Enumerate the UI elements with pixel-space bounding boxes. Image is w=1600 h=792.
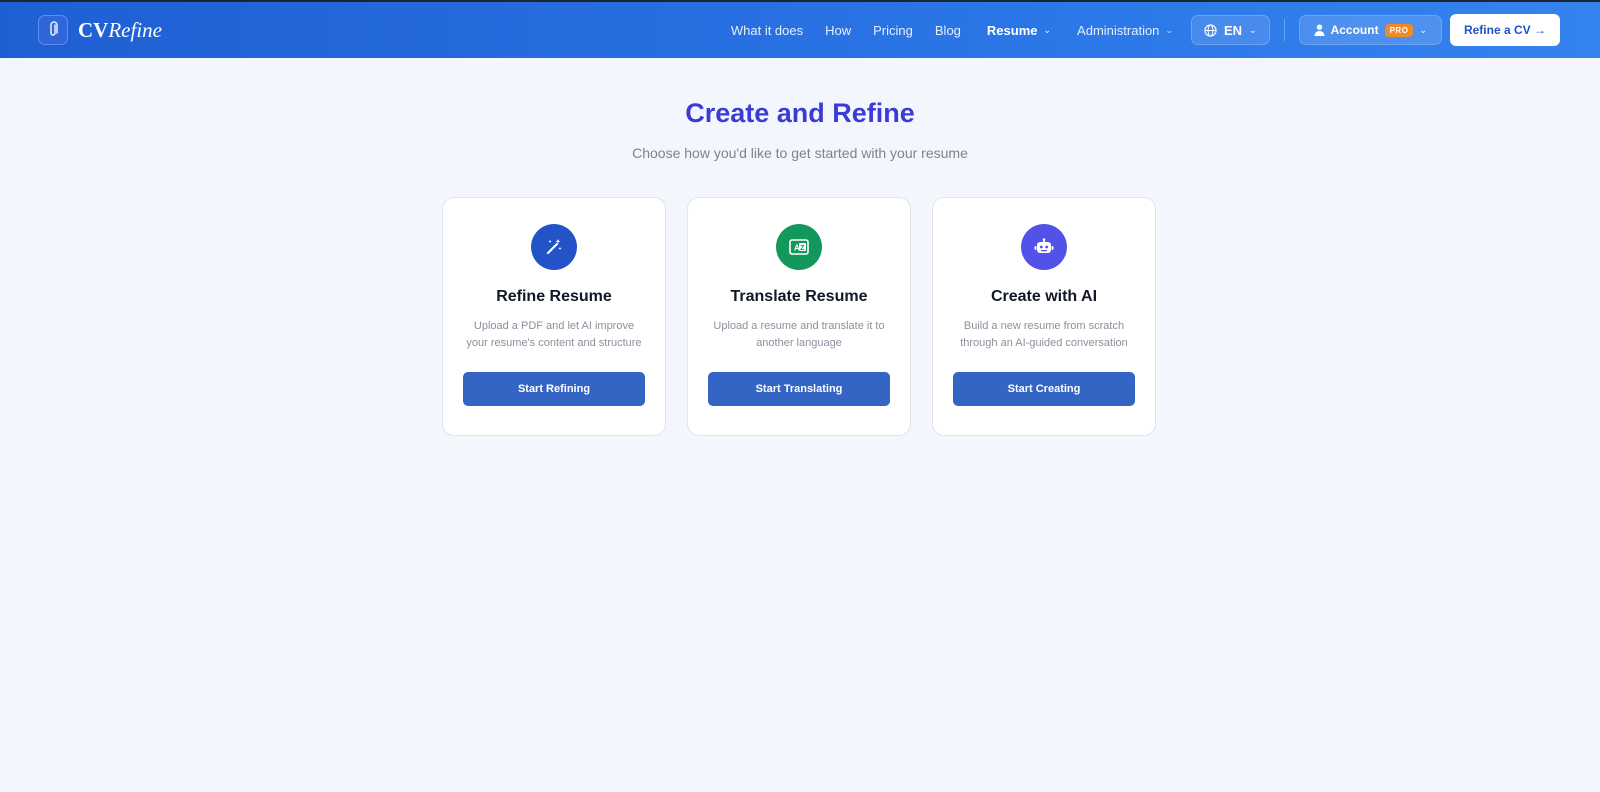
nav-administration-label: Administration [1077, 22, 1160, 38]
brand-name-cv: CV [78, 17, 109, 42]
card-description: Upload a PDF and let AI improve your res… [466, 320, 642, 349]
chevron-down-icon: ⌄ [1043, 24, 1052, 35]
translate-icon: AZ [776, 224, 822, 270]
option-cards: Refine Resume Upload a PDF and let AI im… [0, 197, 1600, 436]
card-description: Upload a resume and translate it to anot… [713, 320, 885, 349]
start-translating-button[interactable]: Start Translating [708, 372, 890, 406]
refine-cv-button[interactable]: Refine a CV → [1449, 14, 1560, 46]
nav-what-it-does[interactable]: What it does [731, 23, 803, 38]
card-title: Refine Resume [496, 288, 612, 305]
language-label: EN [1223, 22, 1243, 38]
page-subtitle: Choose how you'd like to get started wit… [632, 145, 968, 161]
nav-divider [1283, 19, 1285, 41]
pro-badge: PRO [1384, 23, 1414, 37]
page-title: Create and Refine [685, 98, 915, 128]
app-frame: CVRefine What it does How Pricing Blog R… [0, 0, 1600, 792]
brand[interactable]: CVRefine [38, 15, 162, 45]
card-create-with-ai: Create with AI Build a new resume from s… [932, 197, 1156, 436]
start-refining-button[interactable]: Start Refining [463, 372, 645, 406]
nav-pricing[interactable]: Pricing [873, 23, 913, 38]
card-description: Build a new resume from scratch through … [960, 320, 1128, 349]
nav-administration-dropdown[interactable]: Administration ⌄ [1077, 23, 1173, 38]
chevron-down-icon: ⌄ [1419, 24, 1427, 35]
nav-resume-dropdown[interactable]: Resume ⌄ [987, 23, 1051, 38]
card-title: Translate Resume [730, 288, 868, 305]
paperclip-icon [38, 15, 68, 45]
top-header: CVRefine What it does How Pricing Blog R… [0, 2, 1600, 58]
brand-name-refine: Refine [108, 17, 162, 42]
main-content: Create and Refine Choose how you'd like … [0, 98, 1600, 436]
start-creating-button[interactable]: Start Creating [953, 372, 1135, 406]
account-label: Account [1330, 23, 1379, 37]
main-nav: What it does How Pricing Blog Resume ⌄ A… [709, 14, 1560, 46]
brand-name: CVRefine [78, 18, 162, 43]
nav-how[interactable]: How [825, 23, 851, 38]
magic-wand-icon [531, 224, 577, 270]
card-title: Create with AI [990, 288, 1098, 305]
card-refine-resume: Refine Resume Upload a PDF and let AI im… [442, 197, 666, 436]
account-menu-button[interactable]: Account PRO ⌄ [1298, 15, 1442, 45]
language-selector[interactable]: EN ⌄ [1190, 15, 1270, 45]
card-translate-resume: AZ Translate Resume Upload a resume and … [687, 197, 911, 436]
nav-blog[interactable]: Blog [935, 23, 961, 38]
chevron-down-icon: ⌄ [1165, 24, 1173, 35]
globe-icon [1204, 23, 1217, 37]
user-icon [1314, 24, 1325, 36]
robot-icon [1021, 224, 1067, 270]
nav-resume-label: Resume [986, 22, 1038, 38]
chevron-down-icon: ⌄ [1249, 24, 1257, 35]
svg-text:Z: Z [800, 245, 805, 252]
